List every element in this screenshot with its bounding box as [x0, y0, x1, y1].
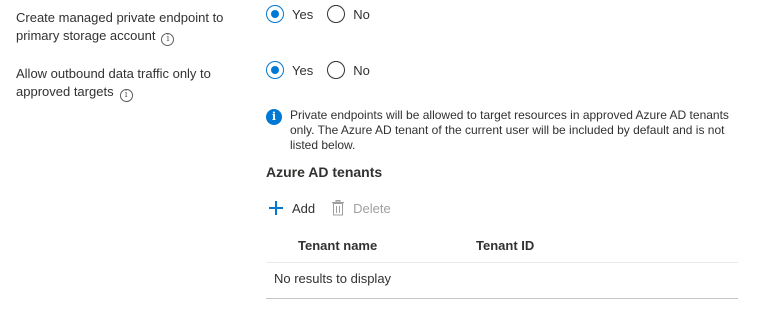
info-icon[interactable]: i [161, 33, 175, 46]
radio-label-no: No [353, 62, 370, 78]
outbound-traffic-radio-group: Yes No [266, 61, 384, 79]
info-icon[interactable]: i [119, 89, 133, 102]
column-header-tenant-id[interactable]: Tenant ID [476, 238, 534, 253]
managed-private-endpoint-yes-radio[interactable]: Yes [266, 5, 313, 23]
trash-icon [331, 200, 345, 216]
delete-tenant-button[interactable]: Delete [331, 200, 391, 216]
radio-label-yes: Yes [292, 6, 314, 22]
info-circle-filled-icon: i [266, 109, 282, 125]
managed-private-endpoint-radio-group: Yes No [266, 5, 384, 23]
radio-unchecked-icon[interactable] [327, 61, 346, 79]
setting-label-text: Create managed private endpoint to prima… [16, 10, 224, 43]
column-header-tenant-name[interactable]: Tenant name [298, 238, 377, 253]
radio-checked-icon[interactable] [266, 61, 284, 79]
outbound-traffic-yes-radio[interactable]: Yes [266, 61, 313, 79]
radio-checked-icon[interactable] [266, 5, 284, 23]
setting-label-text: Allow outbound data traffic only to appr… [16, 66, 211, 99]
tenant-grid-header: Tenant name Tenant ID [266, 232, 738, 263]
empty-state-text: No results to display [274, 271, 392, 286]
info-message-text: Private endpoints will be allowed to tar… [290, 108, 729, 152]
radio-unchecked-icon[interactable] [327, 5, 346, 23]
managed-private-endpoint-no-radio[interactable]: No [327, 5, 370, 23]
tenant-grid-empty-row: No results to display [266, 263, 738, 299]
info-message-bar: i Private endpoints will be allowed to t… [266, 108, 746, 153]
setting-outbound-traffic-label: Allow outbound data traffic only to appr… [16, 65, 246, 102]
setting-managed-private-endpoint-label: Create managed private endpoint to prima… [16, 9, 246, 46]
delete-button-label: Delete [353, 200, 391, 216]
add-tenant-button[interactable]: Add [268, 200, 315, 216]
add-button-label: Add [292, 200, 316, 216]
radio-label-yes: Yes [292, 62, 314, 78]
outbound-traffic-no-radio[interactable]: No [327, 61, 370, 79]
tenant-toolbar: Add Delete [268, 200, 407, 216]
section-title-azure-ad-tenants: Azure AD tenants [266, 164, 383, 180]
radio-label-no: No [353, 6, 370, 22]
plus-icon [268, 200, 284, 216]
